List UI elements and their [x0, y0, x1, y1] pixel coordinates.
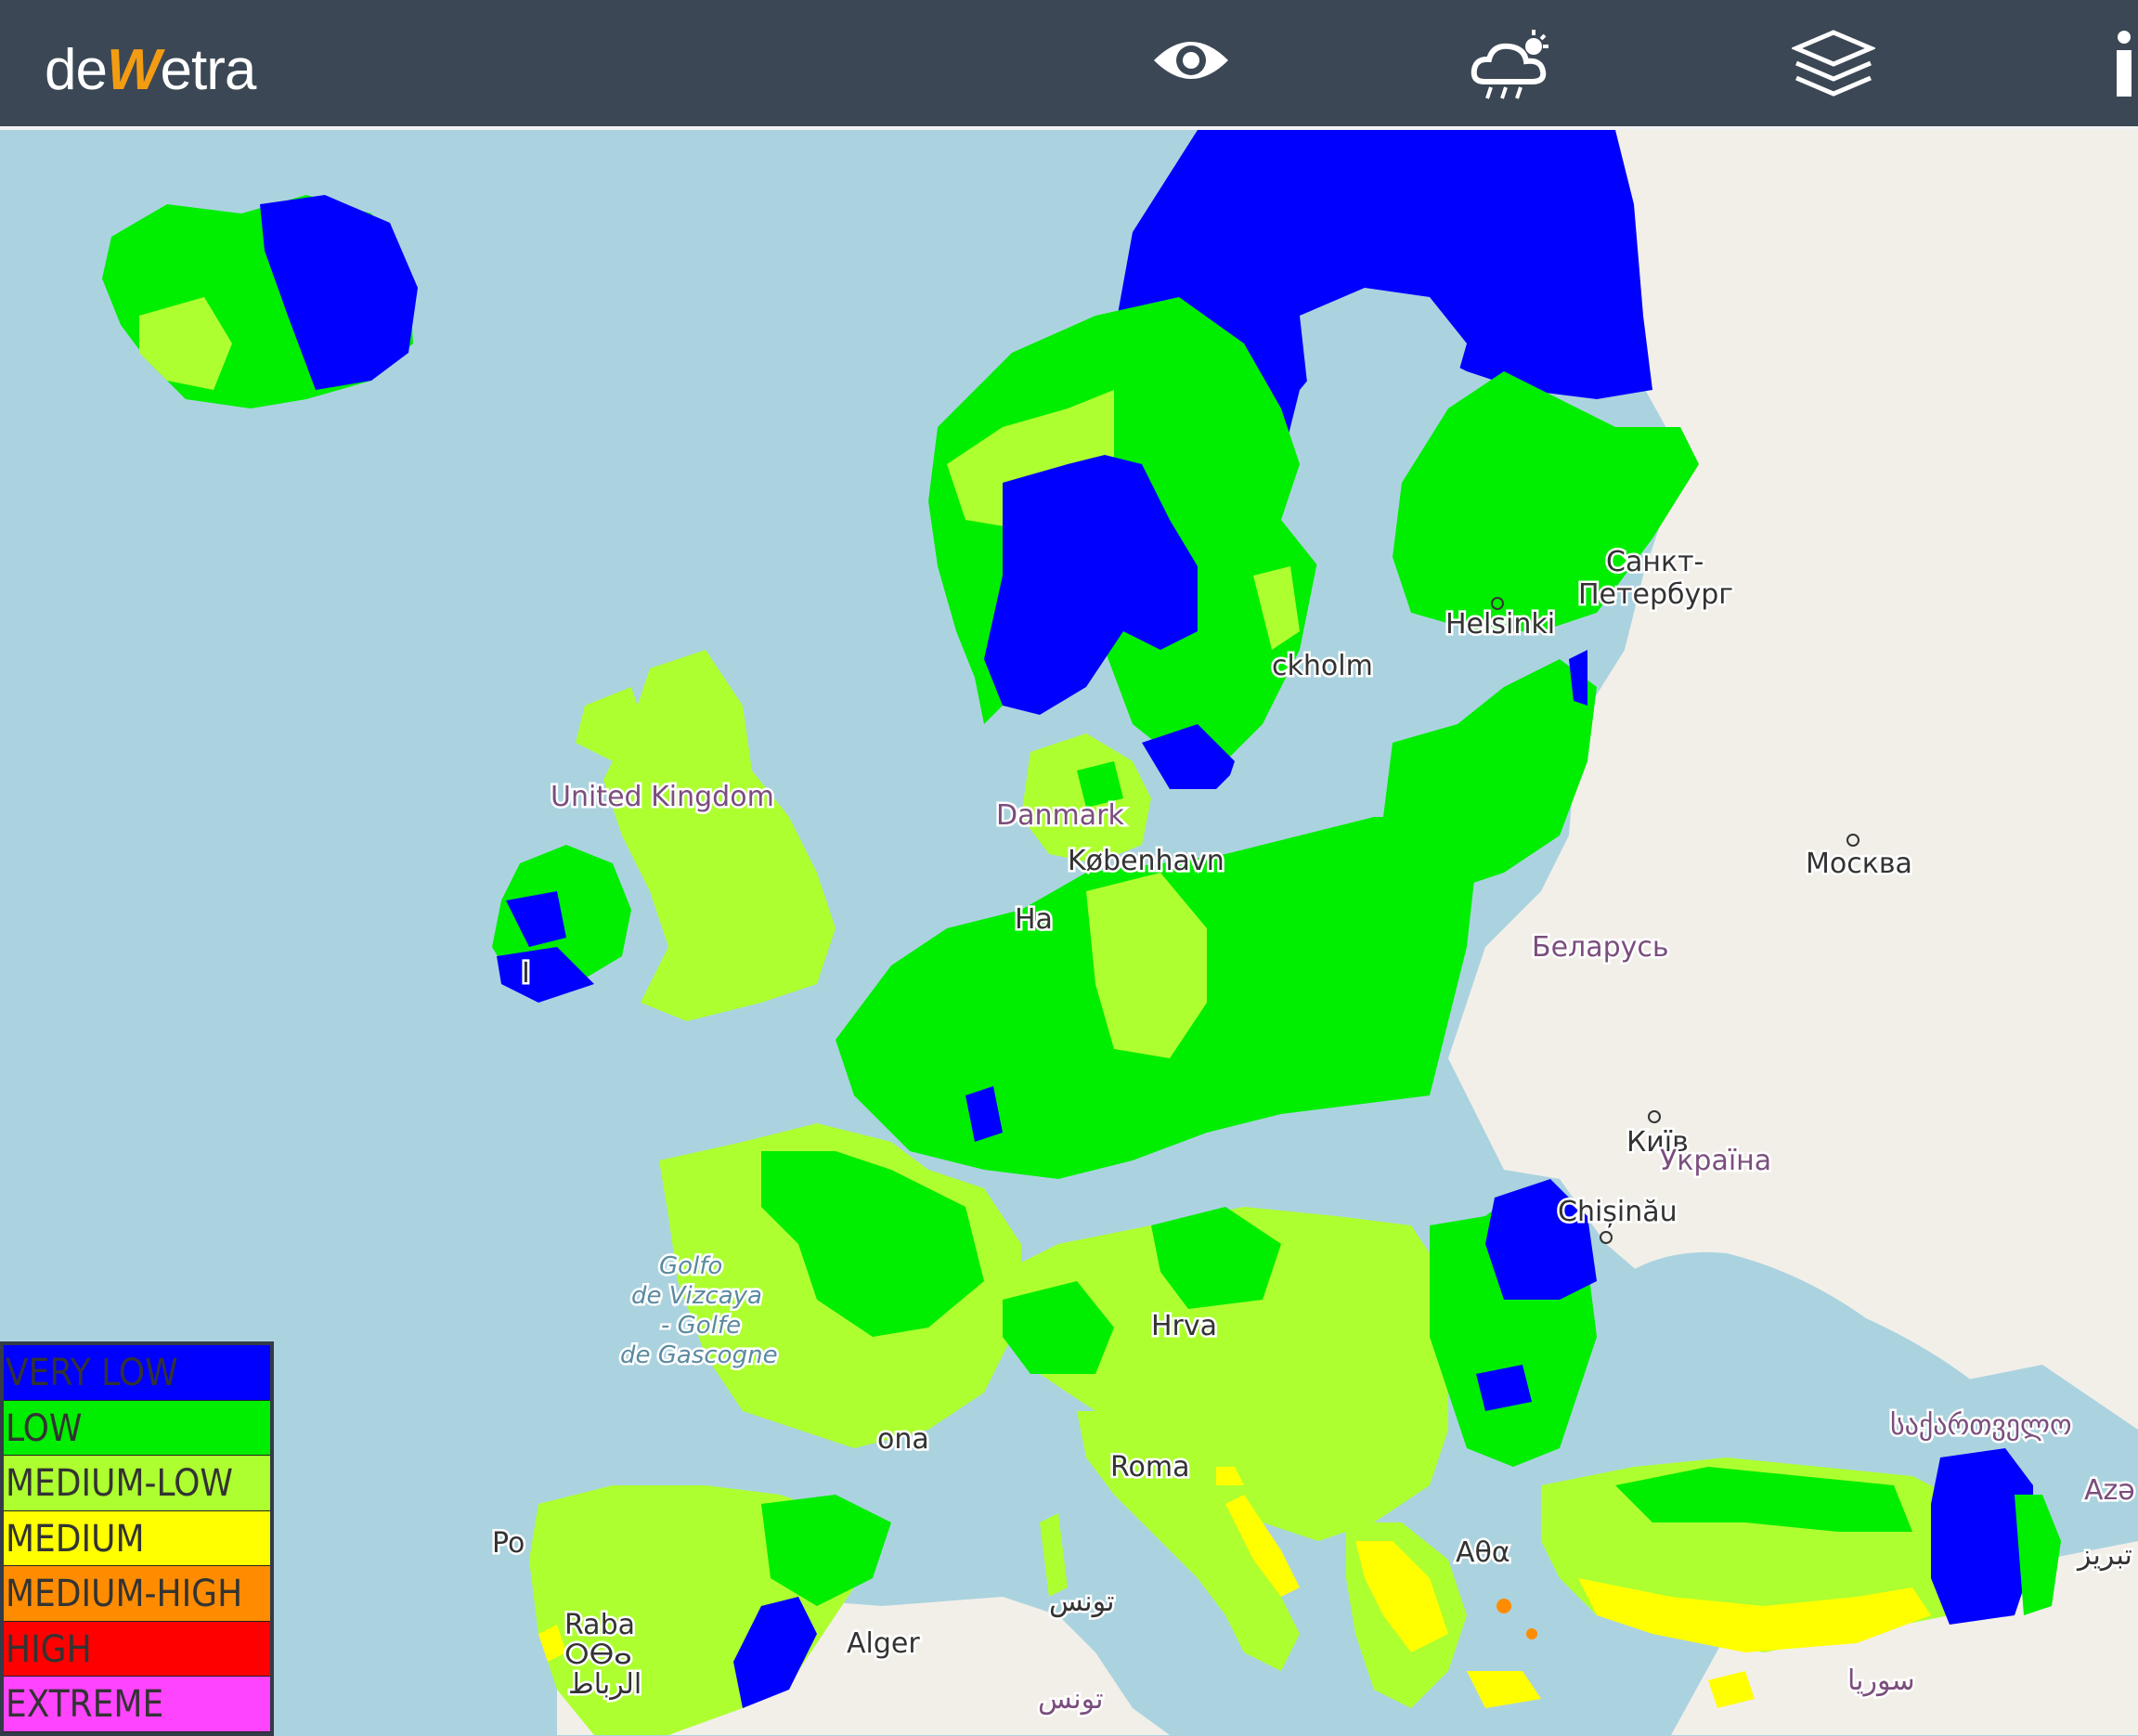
label-tunis-country: تونس	[1038, 1683, 1103, 1716]
label-roma: Roma	[1110, 1451, 1189, 1483]
logo-text-mid: W	[106, 38, 162, 102]
risk-legend: VERY LOW LOW MEDIUM-LOW MEDIUM MEDIUM-HI…	[0, 1341, 274, 1736]
legend-high: HIGH	[4, 1621, 270, 1677]
label-rabat: Raba	[564, 1609, 635, 1641]
logo-text-left: de	[45, 38, 108, 102]
label-hamburg: Ha	[1015, 903, 1053, 936]
legend-low: LOW	[4, 1400, 270, 1456]
weather-cloud-icon[interactable]	[1471, 28, 1554, 102]
label-helsinki: Helsinki	[1445, 608, 1555, 641]
label-ukraina: Україна	[1660, 1145, 1771, 1177]
label-atha: Αθα	[1456, 1536, 1510, 1569]
legend-medium-high: MEDIUM-HIGH	[4, 1566, 270, 1622]
label-aze: Azə	[2084, 1474, 2135, 1507]
logo-text-right: etra	[160, 38, 257, 102]
label-barcelona: ona	[877, 1423, 929, 1456]
label-chisinau: Chișinău	[1558, 1196, 1678, 1228]
layers-icon[interactable]	[1790, 28, 1877, 102]
label-denmark: Danmark	[996, 799, 1124, 832]
label-alger: Alger	[847, 1627, 920, 1660]
label-georgia: საქართველო	[1890, 1409, 2072, 1442]
label-kobenhavn: København	[1068, 845, 1224, 877]
label-golfo-4: de Gascogne	[620, 1341, 778, 1369]
label-rabat-tifinagh: ⵔⴱⴰ	[564, 1639, 632, 1671]
legend-medium: MEDIUM	[4, 1510, 270, 1566]
region-aegean-island-mediumhigh	[1497, 1599, 1511, 1613]
legend-medium-low: MEDIUM-LOW	[4, 1456, 270, 1511]
dewetra-logo: deWetra	[45, 37, 257, 103]
eye-icon[interactable]	[1149, 28, 1233, 102]
label-moskva: Москва	[1806, 848, 1912, 880]
label-belarus: Беларусь	[1532, 931, 1669, 964]
label-suriya: سوريا	[1847, 1665, 1915, 1697]
label-uk: United Kingdom	[551, 781, 774, 813]
label-po: Po	[492, 1527, 525, 1560]
label-spb-1: Санкт-	[1606, 546, 1704, 578]
info-icon[interactable]	[2107, 28, 2138, 102]
label-stockholm: ckholm	[1272, 650, 1373, 682]
label-tunis: تونس	[1049, 1586, 1114, 1618]
label-rabat-arabic: الرباط	[568, 1668, 641, 1701]
label-golfo-2: de Vizcaya	[631, 1282, 762, 1310]
label-golfo-1: Golfo	[659, 1252, 722, 1280]
region-aegean-island-mediumhigh	[1526, 1628, 1537, 1639]
label-hrva: Hrva	[1151, 1310, 1217, 1342]
map-canvas[interactable]: Санкт- Петербург Helsinki ckholm United …	[0, 130, 2138, 1735]
legend-extreme: EXTREME	[4, 1677, 270, 1732]
label-i: I	[522, 957, 530, 990]
label-tabriz: تبریز	[2076, 1539, 2132, 1572]
label-golfo-3: - Golfe	[661, 1312, 741, 1340]
label-spb-2: Петербург	[1578, 578, 1733, 611]
legend-very-low: VERY LOW	[4, 1345, 270, 1401]
top-toolbar: deWetra	[0, 0, 2138, 130]
